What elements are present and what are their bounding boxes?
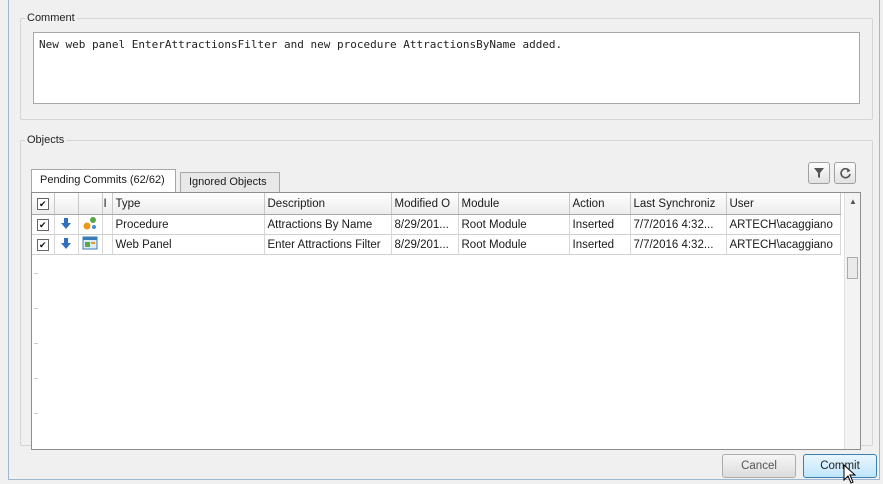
header-module[interactable]: Module: [458, 193, 570, 215]
header-status[interactable]: [54, 193, 79, 215]
header-description[interactable]: Description: [264, 193, 392, 215]
header-icon[interactable]: [78, 193, 103, 215]
type-icon-cell: [78, 234, 103, 255]
row-checkbox[interactable]: ✔: [36, 238, 49, 251]
header-select-all[interactable]: ✔: [32, 193, 55, 215]
header-user[interactable]: User: [726, 193, 841, 215]
module-cell: Root Module: [458, 234, 570, 255]
table-header-row: ✔ I Type Description Modified O Module A…: [32, 193, 841, 215]
filter-button[interactable]: [808, 162, 830, 184]
header-type[interactable]: Type: [112, 193, 265, 215]
modified-cell: 8/29/201...: [391, 214, 459, 235]
select-all-checkbox[interactable]: ✔: [36, 197, 49, 210]
status-cell: [54, 234, 79, 255]
row-gutter-mark: [34, 343, 38, 344]
refresh-icon: [839, 167, 851, 179]
refresh-button[interactable]: [834, 162, 856, 184]
comment-legend: Comment: [27, 12, 75, 24]
grid-vertical-scrollbar[interactable]: ▲: [844, 193, 860, 449]
commit-button[interactable]: Commit: [803, 454, 877, 478]
type-cell: Web Panel: [112, 234, 265, 255]
objects-legend: Objects: [27, 134, 65, 146]
commit-arrow-icon: [61, 237, 71, 249]
status-cell: [54, 214, 79, 235]
module-cell: Root Module: [458, 214, 570, 235]
row-gutter-mark: [34, 308, 38, 309]
i-cell: [102, 234, 113, 255]
procedure-icon: [83, 217, 96, 230]
action-cell: Inserted: [569, 214, 631, 235]
user-cell: ARTECH\acaggiano: [726, 234, 841, 255]
row-checkbox[interactable]: ✔: [36, 218, 49, 231]
user-cell: ARTECH\acaggiano: [726, 214, 841, 235]
commits-table: ✔ I Type Description Modified O Module A…: [32, 193, 841, 255]
comment-textarea[interactable]: New web panel EnterAttractionsFilter and…: [33, 32, 860, 104]
pending-commits-grid[interactable]: ✔ I Type Description Modified O Module A…: [31, 192, 861, 450]
header-i[interactable]: I: [102, 193, 113, 215]
type-cell: Procedure: [112, 214, 265, 235]
objects-group: Objects Pending Commits (62/62) Ignored …: [20, 134, 873, 450]
row-gutter-mark: [34, 413, 38, 414]
commit-arrow-icon: [61, 217, 71, 229]
tab-pending-commits[interactable]: Pending Commits (62/62): [31, 169, 176, 192]
last-sync-cell: 7/7/2016 4:32...: [630, 214, 727, 235]
header-modified[interactable]: Modified O: [391, 193, 459, 215]
row-gutter-mark: [34, 378, 38, 379]
comment-group: Comment New web panel EnterAttractionsFi…: [20, 12, 873, 120]
row-gutter-mark: [34, 273, 38, 274]
row-checkbox-cell[interactable]: ✔: [32, 234, 55, 255]
filter-icon: [814, 168, 824, 178]
description-cell: Attractions By Name: [264, 214, 392, 235]
mouse-pointer-icon: [843, 464, 857, 484]
table-row[interactable]: ✔ Procedure Attractions By Name 8/29/201…: [32, 214, 841, 235]
i-cell: [102, 214, 113, 235]
row-checkbox-cell[interactable]: ✔: [32, 214, 55, 235]
last-sync-cell: 7/7/2016 4:32...: [630, 234, 727, 255]
header-last-sync[interactable]: Last Synchroniz: [630, 193, 727, 215]
description-cell: Enter Attractions Filter: [264, 234, 392, 255]
modified-cell: 8/29/201...: [391, 234, 459, 255]
action-cell: Inserted: [569, 234, 631, 255]
table-row[interactable]: ✔ Web Panel Enter Attractions Filter 8/2…: [32, 234, 841, 255]
tab-ignored-objects[interactable]: Ignored Objects: [180, 172, 280, 192]
cancel-button[interactable]: Cancel: [722, 454, 796, 478]
web-panel-icon: [82, 236, 98, 250]
scroll-up-arrow-icon[interactable]: ▲: [849, 197, 857, 206]
scrollbar-thumb[interactable]: [847, 257, 858, 279]
type-icon-cell: [78, 214, 103, 235]
header-action[interactable]: Action: [569, 193, 631, 215]
